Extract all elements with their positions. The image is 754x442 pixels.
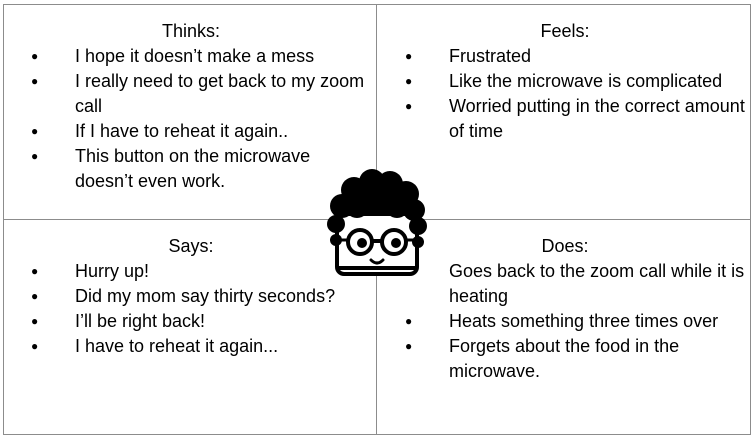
list-item: Heats something three times over (400, 309, 745, 334)
thinks-list: I hope it doesn’t make a mess I really n… (26, 44, 366, 194)
list-item: If I have to reheat it again.. (26, 119, 366, 144)
feels-list: Frustrated Like the microwave is complic… (400, 44, 745, 144)
list-item: I have to reheat it again... (26, 334, 366, 359)
list-item: This button on the microwave doesn’t eve… (26, 144, 366, 194)
list-item: Forgets about the food in the microwave. (400, 334, 745, 384)
says-title: Says: (168, 236, 214, 256)
feels-title: Feels: (540, 21, 590, 41)
does-quadrant: Does: Goes back to the zoom call while i… (400, 234, 745, 384)
list-item: Hurry up! (26, 259, 366, 284)
says-quadrant: Says: Hurry up! Did my mom say thirty se… (26, 234, 366, 359)
does-list: Goes back to the zoom call while it is h… (400, 259, 745, 384)
list-item: Did my mom say thirty seconds? (26, 284, 366, 309)
feels-quadrant: Feels: Frustrated Like the microwave is … (400, 19, 745, 144)
list-item: Frustrated (400, 44, 745, 69)
list-item: Like the microwave is complicated (400, 69, 745, 94)
curly-hair-glasses-face-icon (327, 169, 427, 276)
list-item: I really need to get back to my zoom cal… (26, 69, 366, 119)
says-list: Hurry up! Did my mom say thirty seconds?… (26, 259, 366, 359)
list-item: I hope it doesn’t make a mess (26, 44, 366, 69)
list-item: Worried putting in the correct amount of… (400, 94, 745, 144)
thinks-quadrant: Thinks: I hope it doesn’t make a mess I … (26, 19, 366, 194)
list-item: I’ll be right back! (26, 309, 366, 334)
does-title: Does: (541, 236, 589, 256)
list-item: Goes back to the zoom call while it is h… (400, 259, 745, 309)
thinks-title: Thinks: (161, 21, 221, 41)
